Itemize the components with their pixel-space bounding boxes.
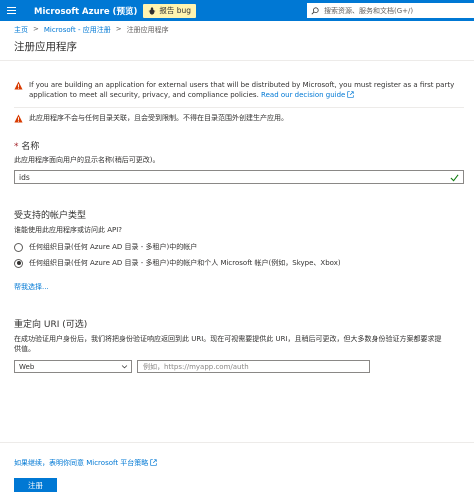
app-name-value: ids (19, 172, 30, 182)
external-app-warning: If you are building an application for e… (14, 80, 459, 100)
app-name-input[interactable]: ids (14, 170, 464, 184)
redirect-uri-heading: 重定向 URI (可选) (14, 320, 88, 330)
register-button[interactable]: 注册 (14, 478, 57, 492)
portal-brand[interactable]: Microsoft Azure (预览) (34, 5, 137, 17)
page-title: 注册应用程序 (14, 41, 77, 53)
account-types-question: 谁能使用此应用程序或访问此 API? (14, 226, 123, 234)
warning-divider (14, 107, 464, 108)
help-me-choose-link[interactable]: 帮我选择... (14, 282, 49, 292)
hamburger-menu-icon[interactable] (0, 0, 22, 21)
breadcrumb: 主页 > Microsoft - 应用注册 > 注册应用程序 (14, 25, 169, 35)
radio-option-label: 任何组织目录(任何 Azure AD 目录 - 多租户)中的帐户 (29, 243, 198, 251)
account-types-heading: 受支持的帐户类型 (14, 211, 87, 221)
external-link-icon (347, 91, 354, 98)
name-label: 名称 (21, 142, 40, 152)
radio-option-multitenant-personal[interactable]: 任何组织目录(任何 Azure AD 目录 - 多租户)中的帐户和个人 Micr… (14, 258, 341, 268)
warning-icon (14, 114, 23, 123)
no-directory-warning: 此应用程序不会与任何目录关联，且会受到限制。不得在目录范围外创建生产应用。 (14, 113, 459, 123)
redirect-uri-description-line1: 在成功验证用户身份后，我们将把身份验证响应返回到此 URI。现在可视需要提供此 … (14, 335, 442, 343)
platform-select[interactable]: Web (14, 360, 132, 373)
chevron-down-icon (121, 365, 128, 369)
top-bar: Microsoft Azure (预览) 报告 bug 搜索资源、服务和文档(G… (0, 0, 474, 21)
breadcrumb-current: 注册应用程序 (126, 26, 169, 34)
decision-guide-link[interactable]: Read our decision guide (261, 91, 354, 99)
footer-divider (0, 442, 474, 443)
radio-button[interactable] (14, 242, 23, 252)
report-bug-label: 报告 bug (159, 6, 191, 15)
external-link-icon (150, 459, 157, 466)
platform-policy-link[interactable]: 如果继续，表明你同意 Microsoft 平台策略 (14, 458, 157, 468)
no-directory-warning-text: 此应用程序不会与任何目录关联，且会受到限制。不得在目录范围外创建生产应用。 (29, 114, 288, 122)
redirect-uri-description-line2: 供值。 (14, 345, 35, 353)
bug-icon (149, 6, 156, 15)
search-icon (311, 6, 319, 14)
breadcrumb-app-registrations[interactable]: Microsoft - 应用注册 (44, 25, 111, 35)
external-app-warning-text: If you are building an application for e… (29, 81, 455, 99)
name-label-row: * 名称 (14, 139, 39, 152)
report-bug-button[interactable]: 报告 bug (143, 3, 196, 18)
redirect-uri-placeholder: 例如，https://myapp.com/auth (143, 362, 249, 371)
platform-policy-text: 如果继续，表明你同意 Microsoft 平台策略 (14, 459, 149, 467)
global-search-input[interactable]: 搜索资源、服务和文档(G+/) (307, 3, 474, 18)
breadcrumb-separator: > (115, 25, 122, 33)
radio-option-multitenant[interactable]: 任何组织目录(任何 Azure AD 目录 - 多租户)中的帐户 (14, 242, 197, 252)
redirect-uri-input[interactable]: 例如，https://myapp.com/auth (137, 360, 370, 373)
title-divider (0, 60, 474, 61)
platform-select-value: Web (19, 362, 35, 371)
radio-button-selected[interactable] (14, 258, 23, 268)
valid-check-icon (450, 173, 459, 181)
decision-guide-link-label: Read our decision guide (261, 91, 346, 99)
warning-icon (14, 81, 23, 90)
breadcrumb-separator: > (33, 25, 39, 33)
radio-option-label: 任何组织目录(任何 Azure AD 目录 - 多租户)中的帐户和个人 Micr… (29, 259, 341, 267)
name-description: 此应用程序面向用户的显示名称(稍后可更改)。 (14, 156, 160, 164)
search-placeholder: 搜索资源、服务和文档(G+/) (324, 6, 414, 15)
required-marker: * (14, 142, 19, 152)
breadcrumb-home[interactable]: 主页 (14, 25, 28, 35)
